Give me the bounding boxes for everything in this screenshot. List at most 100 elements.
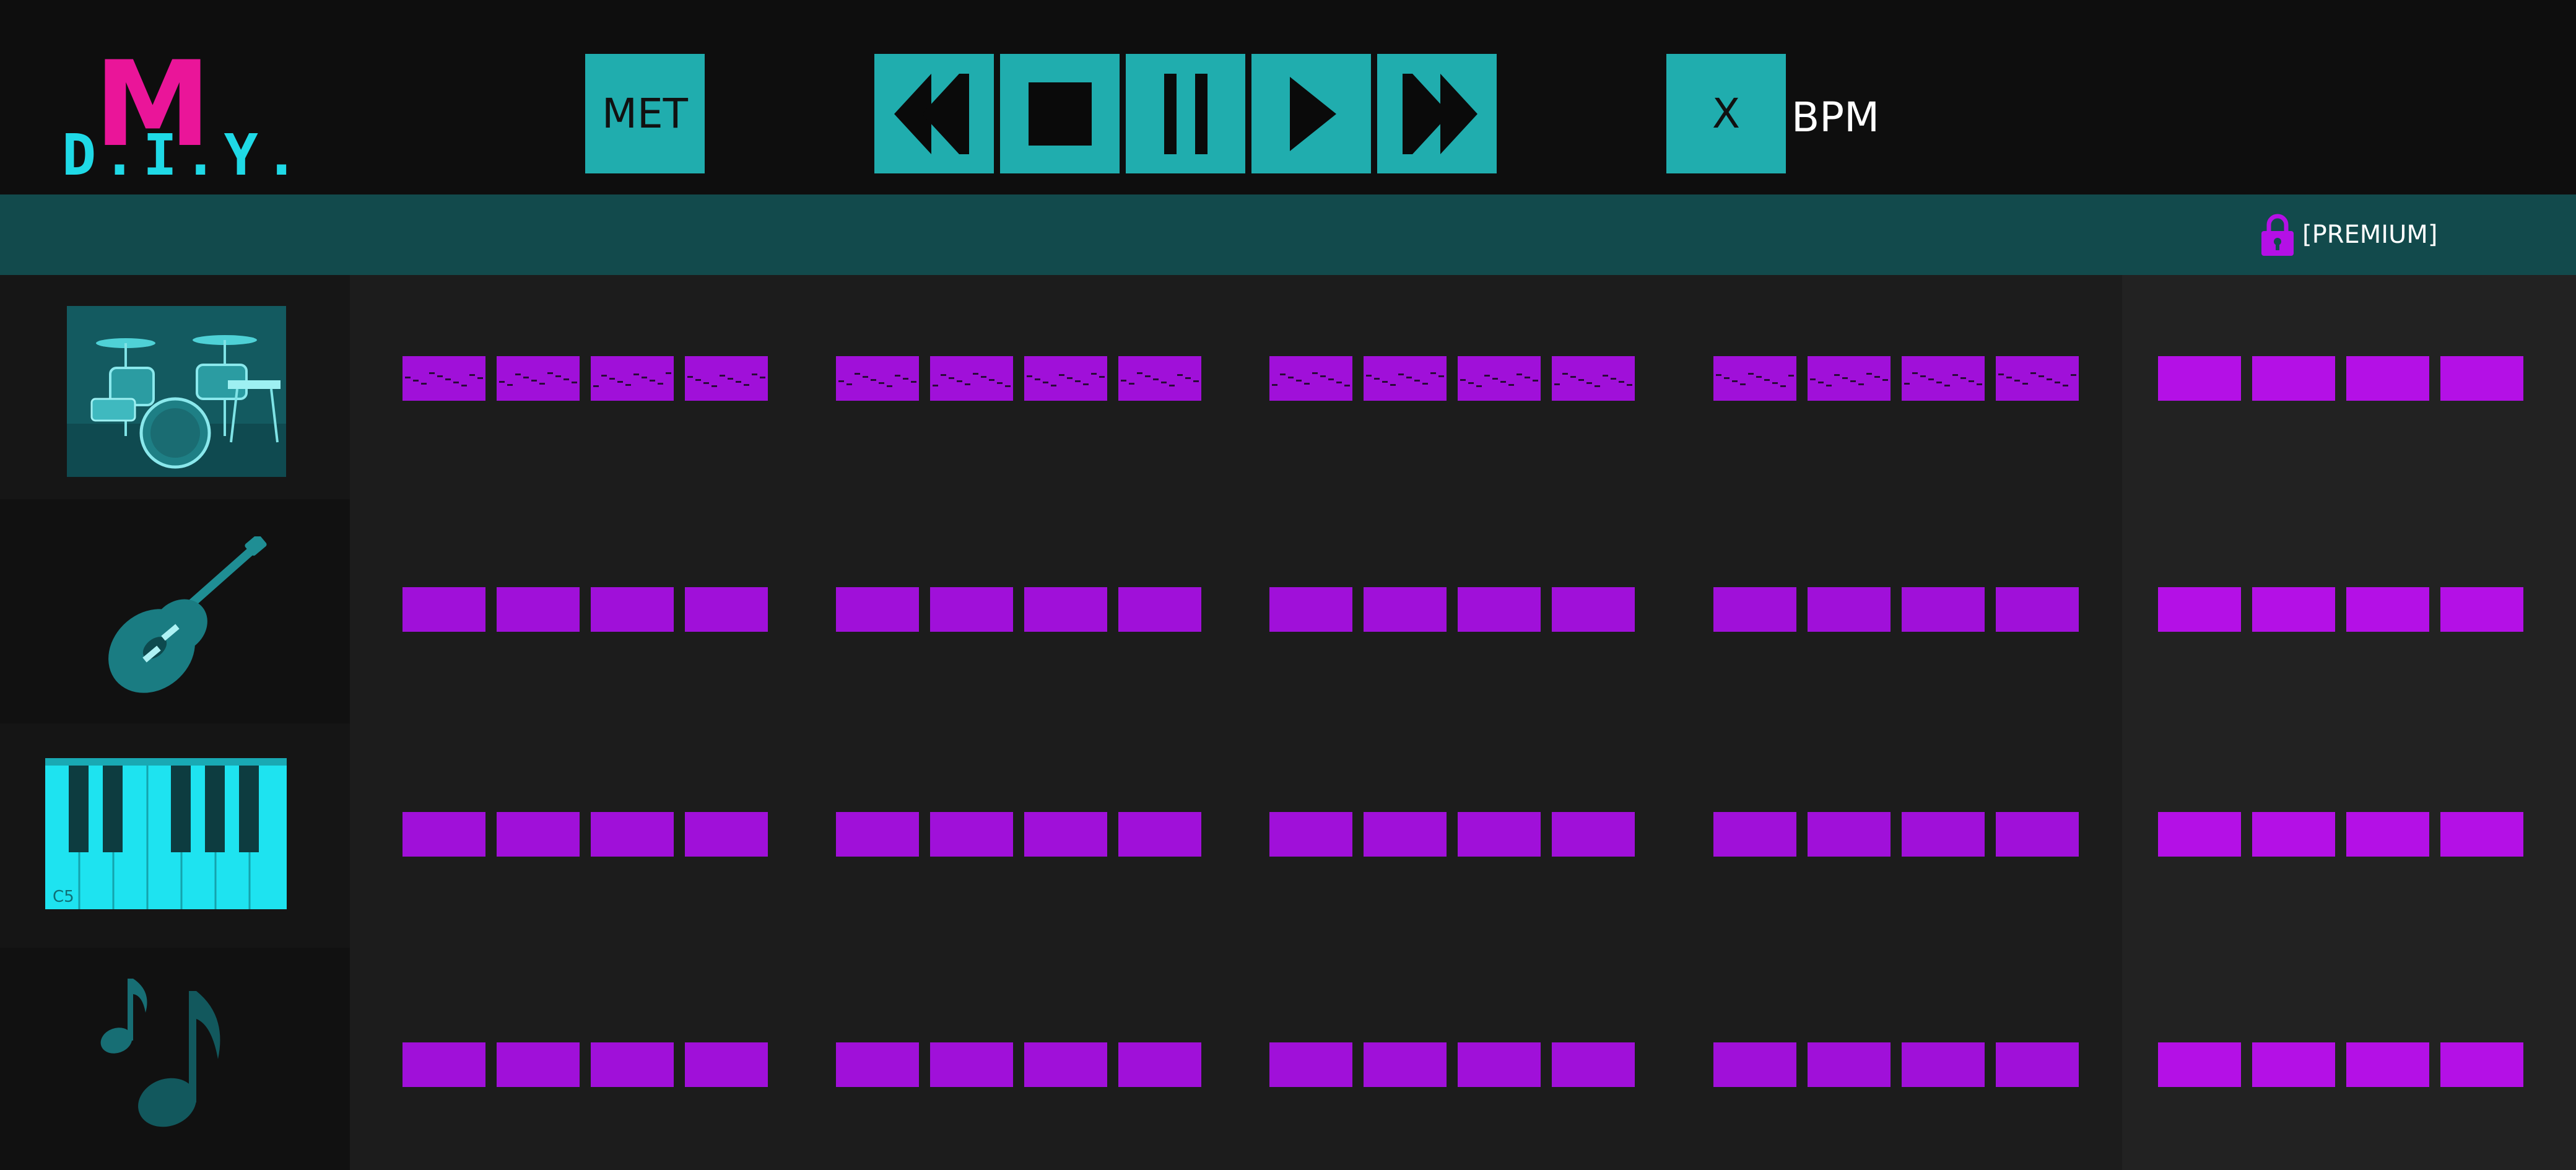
- pattern-pad[interactable]: [1458, 812, 1541, 857]
- pattern-pad[interactable]: [1024, 1042, 1107, 1087]
- pattern-pad[interactable]: [1996, 587, 2079, 632]
- pattern-pad[interactable]: [1808, 812, 1891, 857]
- pattern-pad[interactable]: [1996, 1042, 2079, 1087]
- pattern-pad[interactable]: [836, 356, 919, 401]
- pattern-pad[interactable]: [402, 356, 485, 401]
- pattern-pad[interactable]: [930, 356, 1013, 401]
- pattern-pad[interactable]: [1902, 1042, 1985, 1087]
- pattern-pad[interactable]: [1902, 587, 1985, 632]
- pattern-pad[interactable]: [1269, 1042, 1352, 1087]
- bpm-value: X: [1712, 90, 1741, 138]
- pattern-pad[interactable]: [930, 812, 1013, 857]
- pattern-preview: [1027, 373, 1105, 386]
- locked-pattern-pad[interactable]: [2252, 587, 2335, 632]
- locked-pattern-pad[interactable]: [2346, 1042, 2429, 1087]
- pattern-pad[interactable]: [1808, 356, 1891, 401]
- pause-button[interactable]: [1126, 54, 1245, 173]
- pattern-pad[interactable]: [685, 812, 768, 857]
- guitar-icon[interactable]: [93, 536, 272, 710]
- locked-pattern-pad[interactable]: [2252, 812, 2335, 857]
- pattern-pad[interactable]: [1552, 812, 1635, 857]
- pattern-pad[interactable]: [1996, 356, 2079, 401]
- pattern-pad[interactable]: [836, 587, 919, 632]
- pattern-pad[interactable]: [685, 356, 768, 401]
- premium-button[interactable]: [PREMIUM]: [2260, 208, 2438, 261]
- pattern-pad[interactable]: [1118, 1042, 1201, 1087]
- locked-pattern-pad[interactable]: [2440, 587, 2523, 632]
- pattern-pad[interactable]: [1364, 587, 1447, 632]
- pattern-pad[interactable]: [1364, 356, 1447, 401]
- pattern-pad[interactable]: [1118, 812, 1201, 857]
- pattern-pad[interactable]: [1713, 587, 1796, 632]
- locked-pattern-pad[interactable]: [2158, 1042, 2241, 1087]
- pattern-pad[interactable]: [930, 1042, 1013, 1087]
- fast-forward-button[interactable]: [1377, 54, 1497, 173]
- locked-pattern-pad[interactable]: [2440, 812, 2523, 857]
- pattern-pad[interactable]: [1902, 812, 1985, 857]
- pattern-pad[interactable]: [1713, 812, 1796, 857]
- pattern-pad[interactable]: [1118, 356, 1201, 401]
- app-logo: M D.I.Y.: [62, 46, 297, 188]
- rewind-button[interactable]: [874, 54, 994, 173]
- pattern-pad[interactable]: [685, 587, 768, 632]
- drum-kit-icon[interactable]: [67, 306, 286, 477]
- pattern-pad[interactable]: [1713, 1042, 1796, 1087]
- pattern-pad[interactable]: [1552, 1042, 1635, 1087]
- pattern-pad[interactable]: [1713, 356, 1796, 401]
- locked-pattern-pad[interactable]: [2346, 812, 2429, 857]
- pattern-pad[interactable]: [497, 812, 580, 857]
- pattern-pad[interactable]: [836, 1042, 919, 1087]
- pattern-pad[interactable]: [1458, 1042, 1541, 1087]
- pattern-pad[interactable]: [1552, 587, 1635, 632]
- pattern-pad[interactable]: [1458, 356, 1541, 401]
- pattern-pad[interactable]: [1458, 587, 1541, 632]
- pattern-pad[interactable]: [1118, 587, 1201, 632]
- stop-icon: [1028, 82, 1092, 146]
- pattern-pad[interactable]: [1269, 812, 1352, 857]
- pattern-pad[interactable]: [1364, 1042, 1447, 1087]
- pattern-pad[interactable]: [1269, 356, 1352, 401]
- pattern-pad[interactable]: [836, 812, 919, 857]
- locked-pattern-pad[interactable]: [2158, 812, 2241, 857]
- pattern-preview: [687, 373, 765, 387]
- premium-bar: [PREMIUM]: [0, 194, 2576, 275]
- pattern-pad[interactable]: [497, 356, 580, 401]
- pattern-pad[interactable]: [1552, 356, 1635, 401]
- locked-pattern-pad[interactable]: [2252, 1042, 2335, 1087]
- pattern-pad[interactable]: [1024, 812, 1107, 857]
- pattern-pad[interactable]: [1902, 356, 1985, 401]
- locked-pattern-pad[interactable]: [2158, 356, 2241, 401]
- pattern-pad[interactable]: [1024, 587, 1107, 632]
- pattern-pad[interactable]: [497, 1042, 580, 1087]
- locked-pattern-pad[interactable]: [2252, 356, 2335, 401]
- pattern-pad[interactable]: [930, 587, 1013, 632]
- pattern-pad[interactable]: [685, 1042, 768, 1087]
- locked-pattern-pad[interactable]: [2346, 356, 2429, 401]
- pattern-pad[interactable]: [591, 587, 674, 632]
- metronome-button[interactable]: MET: [585, 54, 705, 173]
- pattern-pad[interactable]: [591, 812, 674, 857]
- pattern-pad[interactable]: [497, 587, 580, 632]
- locked-pattern-pad[interactable]: [2440, 1042, 2523, 1087]
- pattern-pad[interactable]: [1364, 812, 1447, 857]
- piano-keys-icon[interactable]: C5: [45, 758, 287, 909]
- pattern-pad[interactable]: [402, 1042, 485, 1087]
- locked-pattern-pad[interactable]: [2440, 356, 2523, 401]
- instrument-row-drums: [0, 275, 350, 499]
- locked-pattern-pad[interactable]: [2346, 587, 2429, 632]
- pattern-pad[interactable]: [591, 356, 674, 401]
- pattern-pad[interactable]: [591, 1042, 674, 1087]
- pattern-preview: [1272, 372, 1350, 386]
- pattern-pad[interactable]: [1808, 587, 1891, 632]
- locked-pattern-pad[interactable]: [2158, 587, 2241, 632]
- bpm-input[interactable]: X: [1666, 54, 1786, 173]
- pattern-pad[interactable]: [1808, 1042, 1891, 1087]
- stop-button[interactable]: [1000, 54, 1120, 173]
- music-notes-icon[interactable]: [93, 972, 260, 1133]
- pattern-pad[interactable]: [402, 812, 485, 857]
- pattern-pad[interactable]: [1024, 356, 1107, 401]
- pattern-pad[interactable]: [1996, 812, 2079, 857]
- pattern-pad[interactable]: [402, 587, 485, 632]
- play-button[interactable]: [1251, 54, 1371, 173]
- pattern-pad[interactable]: [1269, 587, 1352, 632]
